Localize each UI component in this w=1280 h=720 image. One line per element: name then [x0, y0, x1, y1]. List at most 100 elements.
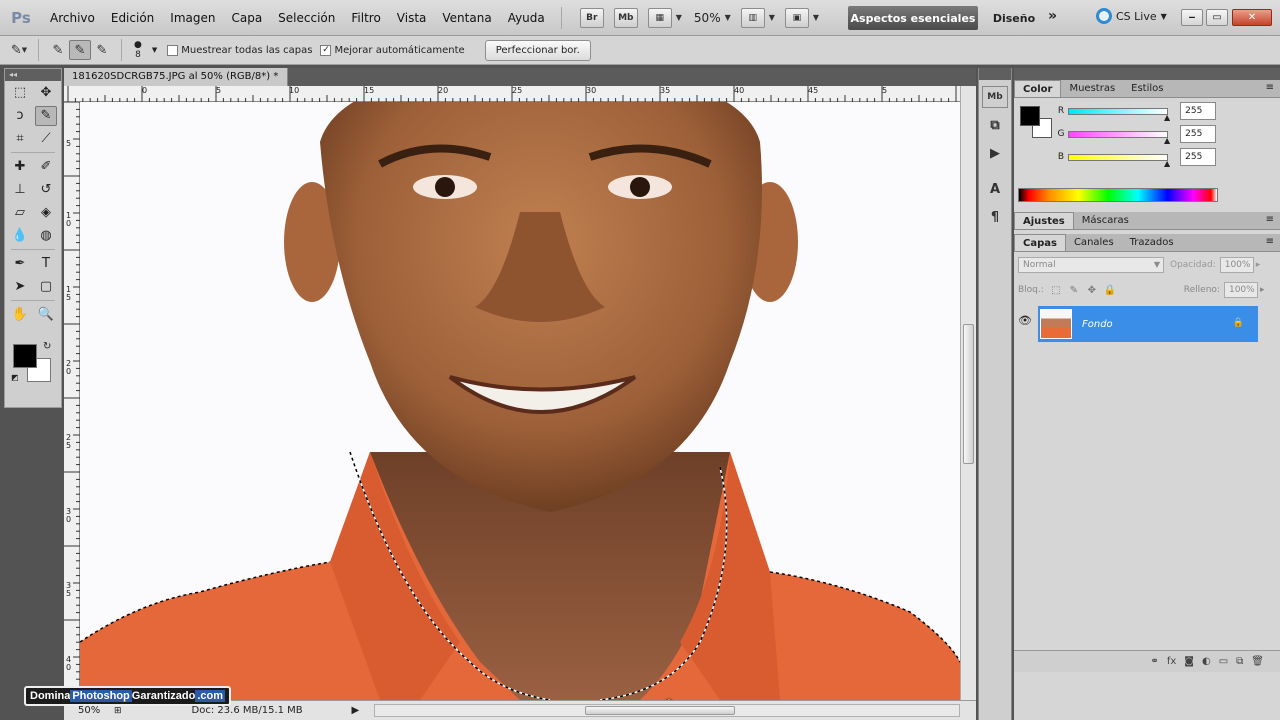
slider-value-input[interactable]: 255 — [1180, 148, 1217, 166]
opacity-input[interactable]: 100% — [1219, 257, 1254, 273]
marquee-tool-icon[interactable]: ⬚ — [9, 83, 31, 103]
ruler-horizontal[interactable]: 0 5 10 15 20 25 30 35 40 45 5 — [64, 86, 960, 102]
view-extras-button[interactable]: ▦ — [647, 7, 672, 28]
type-tool-icon[interactable]: T — [35, 254, 57, 274]
sample-all-layers-option[interactable]: Muestrear todas las capas — [167, 44, 312, 56]
mini-bridge-panel-icon[interactable]: Mb — [982, 86, 1008, 108]
horizontal-scrollbar[interactable] — [374, 704, 960, 717]
slider-thumb-icon[interactable]: ▲ — [1164, 113, 1170, 122]
tab-trazados[interactable]: Trazados — [1122, 234, 1182, 251]
menu-vista[interactable]: Vista — [389, 0, 435, 36]
tab-estilos[interactable]: Estilos — [1123, 80, 1171, 97]
chevron-down-icon[interactable]: ▼ — [725, 13, 731, 22]
blur-tool-icon[interactable]: 💧 — [9, 226, 31, 246]
tool-preset-picker[interactable]: ✎ ▼ — [8, 40, 30, 60]
slider-thumb-icon[interactable]: ▲ — [1164, 136, 1170, 145]
link-layers-icon[interactable]: ⚭ — [1150, 656, 1158, 667]
panel-menu-icon[interactable]: ≡ — [1266, 236, 1274, 247]
lock-transparent-icon[interactable]: ⬚ — [1048, 283, 1064, 297]
ruler-vertical[interactable]: 5 1 0 1 5 2 0 2 5 3 0 3 5 4 0 — [64, 102, 80, 700]
add-to-selection-button[interactable]: ✎ — [69, 40, 91, 60]
sample-all-layers-checkbox[interactable] — [167, 44, 179, 56]
new-group-icon[interactable]: ▭ — [1219, 656, 1228, 667]
close-button[interactable]: ✕ — [1232, 9, 1272, 26]
icon-strip-header[interactable] — [979, 68, 1011, 80]
menu-archivo[interactable]: Archivo — [42, 0, 103, 36]
tab-ajustes[interactable]: Ajustes — [1014, 212, 1074, 229]
menu-filtro[interactable]: Filtro — [343, 0, 388, 36]
dodge-tool-icon[interactable]: ◍ — [35, 226, 57, 246]
eyedropper-tool-icon[interactable]: ⟋ — [35, 129, 57, 149]
refine-edge-button[interactable]: Perfeccionar bor. — [484, 39, 591, 61]
right-panels-header[interactable] — [1014, 68, 1280, 80]
history-panel-icon[interactable]: ⧉ — [982, 114, 1008, 136]
menu-imagen[interactable]: Imagen — [162, 0, 223, 36]
zoom-tool-icon[interactable]: 🔍 — [35, 305, 57, 325]
lock-position-icon[interactable]: ✥ — [1084, 283, 1100, 297]
slider-value-input[interactable]: 255 — [1180, 125, 1217, 143]
new-selection-button[interactable]: ✎ — [47, 40, 69, 60]
mini-bridge-button[interactable]: Mb — [613, 7, 638, 28]
hand-tool-icon[interactable]: ✋ — [9, 305, 31, 325]
image-canvas[interactable] — [80, 102, 960, 700]
bridge-button[interactable]: Br — [579, 7, 604, 28]
pen-tool-icon[interactable]: ✒ — [9, 254, 31, 274]
character-panel-icon[interactable]: A — [982, 178, 1008, 200]
menu-seleccion[interactable]: Selección — [270, 0, 343, 36]
delete-layer-icon[interactable]: 🗑 — [1251, 656, 1264, 667]
vertical-scroll-thumb[interactable] — [963, 324, 974, 464]
arrange-documents-button[interactable]: ▥ — [740, 7, 765, 28]
tab-canales[interactable]: Canales — [1066, 234, 1122, 251]
menu-ayuda[interactable]: Ayuda — [500, 0, 553, 36]
layer-row-fondo[interactable]: Fondo 🔒 — [1038, 306, 1258, 342]
menu-edicion[interactable]: Edición — [103, 0, 162, 36]
shape-tool-icon[interactable]: ▢ — [35, 277, 57, 297]
path-selection-tool-icon[interactable]: ➤ — [9, 277, 31, 297]
eraser-tool-icon[interactable]: ▱ — [9, 203, 31, 223]
slider-track[interactable] — [1068, 130, 1168, 138]
paint-bucket-tool-icon[interactable]: ◈ — [35, 203, 57, 223]
panel-menu-icon[interactable]: ≡ — [1266, 82, 1274, 93]
chevron-down-icon[interactable]: ▼ — [769, 13, 775, 22]
default-colors-icon[interactable]: ◩ — [11, 373, 19, 382]
panel-menu-icon[interactable]: ≡ — [1266, 214, 1274, 225]
screen-mode-button[interactable]: ▣ — [784, 7, 809, 28]
chevron-right-icon[interactable]: ▸ — [1256, 260, 1261, 270]
maximize-button[interactable]: ▭ — [1206, 9, 1228, 26]
brush-size-picker[interactable]: ● 8 — [134, 40, 142, 60]
fill-input[interactable]: 100% — [1223, 282, 1258, 298]
chevron-down-icon[interactable]: ▼ — [676, 13, 682, 22]
workspace-essentials-button[interactable]: Aspectos esenciales — [848, 6, 978, 30]
slider-track[interactable] — [1068, 153, 1168, 161]
color-spectrum-bar[interactable] — [1018, 188, 1218, 202]
history-brush-tool-icon[interactable]: ↺ — [35, 180, 57, 200]
tab-muestras[interactable]: Muestras — [1061, 80, 1123, 97]
play-arrow-icon[interactable]: ▶ — [352, 705, 360, 716]
layer-style-icon[interactable]: fx — [1167, 656, 1176, 667]
chevron-down-icon[interactable]: ▼ — [813, 13, 819, 22]
visibility-eye-icon[interactable]: 👁 — [1018, 314, 1032, 327]
more-workspaces-icon[interactable]: » — [1048, 8, 1057, 24]
layer-name[interactable]: Fondo — [1082, 319, 1113, 330]
menu-ventana[interactable]: Ventana — [434, 0, 499, 36]
cs-live-button[interactable]: CS Live ▼ — [1096, 8, 1167, 24]
lock-image-icon[interactable]: ✎ — [1066, 283, 1082, 297]
lock-all-icon[interactable]: 🔒 — [1102, 283, 1118, 297]
quick-selection-tool-icon[interactable]: ✎ — [35, 105, 57, 126]
tools-panel-header[interactable]: ◂◂ — [5, 69, 61, 81]
slider-thumb-icon[interactable]: ▲ — [1164, 159, 1170, 168]
tab-capas[interactable]: Capas — [1014, 234, 1066, 251]
paragraph-panel-icon[interactable]: ¶ — [982, 206, 1008, 228]
auto-enhance-checkbox[interactable]: ✓ — [320, 44, 332, 56]
foreground-color-swatch[interactable] — [13, 344, 37, 368]
subtract-selection-button[interactable]: ✎ — [91, 40, 113, 60]
new-layer-icon[interactable]: ⧉ — [1236, 656, 1243, 667]
vertical-scrollbar[interactable] — [960, 86, 976, 700]
tab-color[interactable]: Color — [1014, 80, 1062, 97]
workspace-design-button[interactable]: Diseño — [986, 6, 1042, 30]
brush-tool-icon[interactable]: ✐ — [35, 157, 57, 177]
slider-track[interactable] — [1068, 107, 1168, 115]
auto-enhance-option[interactable]: ✓ Mejorar automáticamente — [320, 44, 465, 56]
adjustment-layer-icon[interactable]: ◐ — [1202, 656, 1211, 667]
zoom-status-field[interactable]: 50% — [64, 705, 114, 716]
